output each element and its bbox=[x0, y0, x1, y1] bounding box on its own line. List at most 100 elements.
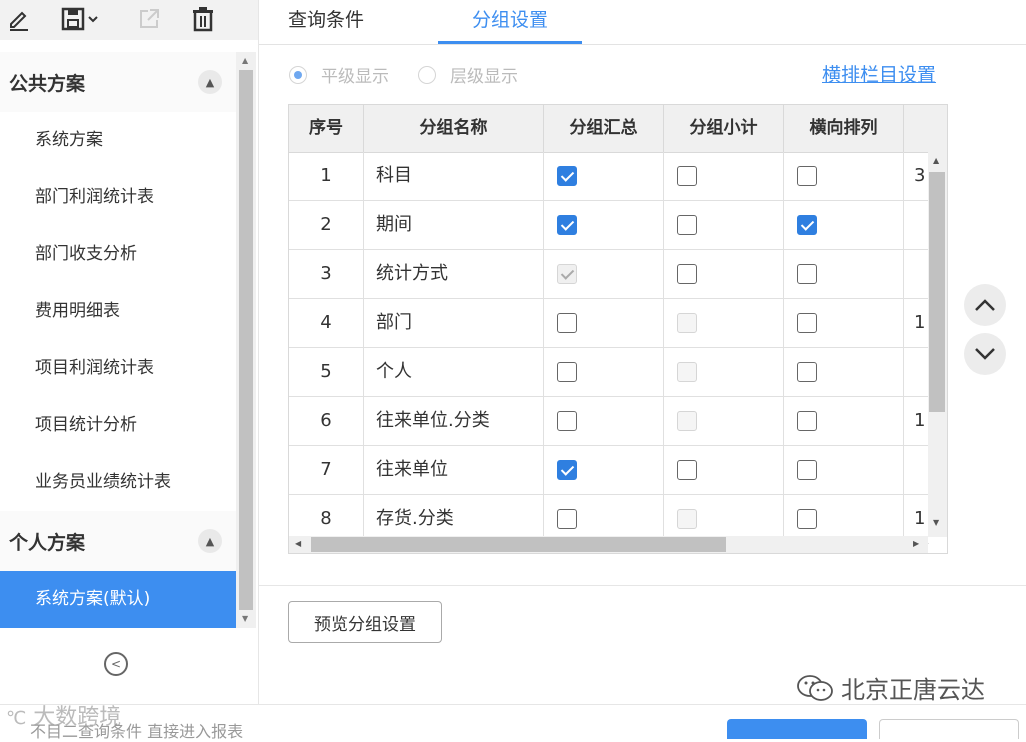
scheme-item[interactable]: 项目利润统计表 bbox=[0, 340, 236, 397]
group-sum-checkbox[interactable] bbox=[557, 215, 577, 235]
watermark-logo-icon: ℃ bbox=[6, 708, 27, 729]
scroll-left-arrow-icon[interactable]: ◀ bbox=[295, 539, 301, 548]
group-subtotal-cell bbox=[664, 299, 784, 347]
header-no: 序号 bbox=[289, 105, 364, 152]
scheme-item[interactable]: 项目统计分析 bbox=[0, 397, 236, 454]
horizontal-arrange-cell bbox=[784, 348, 904, 396]
scroll-down-arrow-icon[interactable]: ▼ bbox=[242, 614, 248, 623]
group-sum-checkbox[interactable] bbox=[557, 362, 577, 382]
grid-vertical-scrollbar[interactable]: ▲ ▼ bbox=[928, 152, 947, 537]
group-title: 公共方案 bbox=[9, 72, 86, 95]
group-sum-checkbox[interactable] bbox=[557, 166, 577, 186]
scrollbar-thumb[interactable] bbox=[311, 537, 726, 552]
column-settings-link[interactable]: 横排栏目设置 bbox=[822, 60, 936, 87]
radio-label: 平级显示 bbox=[321, 67, 389, 87]
group-sum-cell bbox=[544, 348, 664, 396]
scroll-right-arrow-icon[interactable]: ▶ bbox=[913, 539, 919, 548]
table-row[interactable]: 2 期间 bbox=[289, 201, 929, 250]
grid-header: 序号 分组名称 分组汇总 分组小计 横向排列 bbox=[289, 105, 947, 153]
table-row[interactable]: 5 个人 bbox=[289, 348, 929, 397]
radio-flat[interactable]: 平级显示 bbox=[289, 62, 389, 87]
delete-icon[interactable] bbox=[190, 6, 216, 32]
horizontal-arrange-checkbox[interactable] bbox=[797, 411, 817, 431]
table-row[interactable]: 3 统计方式 bbox=[289, 250, 929, 299]
cancel-button[interactable] bbox=[879, 719, 1019, 739]
horizontal-arrange-checkbox[interactable] bbox=[797, 460, 817, 480]
scroll-down-arrow-icon[interactable]: ▼ bbox=[933, 518, 939, 527]
scroll-up-arrow-icon[interactable]: ▲ bbox=[933, 156, 939, 165]
wechat-icon bbox=[797, 674, 833, 701]
group-name: 统计方式 bbox=[364, 250, 544, 298]
tab-query[interactable]: 查询条件 bbox=[288, 0, 364, 44]
table-row[interactable]: 6 往来单位.分类 1 bbox=[289, 397, 929, 446]
group-sum-cell bbox=[544, 446, 664, 494]
radio-dot[interactable] bbox=[418, 65, 436, 84]
row-number: 7 bbox=[289, 446, 364, 494]
chevron-up-icon[interactable]: ▲ bbox=[198, 70, 222, 94]
scheme-item[interactable]: 部门利润统计表 bbox=[0, 169, 236, 226]
chevron-down-icon bbox=[975, 348, 995, 360]
group-sum-cell bbox=[544, 397, 664, 445]
header-horizontal: 横向排列 bbox=[784, 105, 904, 152]
confirm-button[interactable] bbox=[727, 719, 867, 739]
chevron-up-icon[interactable]: ▲ bbox=[198, 529, 222, 553]
horizontal-arrange-cell bbox=[784, 152, 904, 200]
radio-dot[interactable] bbox=[289, 65, 307, 84]
horizontal-arrange-checkbox[interactable] bbox=[797, 264, 817, 284]
scheme-item[interactable]: 部门收支分析 bbox=[0, 226, 236, 283]
row-number: 6 bbox=[289, 397, 364, 445]
group-subtotal-checkbox[interactable] bbox=[677, 166, 697, 186]
horizontal-arrange-cell bbox=[784, 446, 904, 494]
group-personal[interactable]: 个人方案 ▲ bbox=[0, 511, 236, 571]
group-sum-checkbox[interactable] bbox=[557, 411, 577, 431]
edit-icon[interactable] bbox=[6, 6, 32, 32]
group-sum-checkbox[interactable] bbox=[557, 313, 577, 333]
group-name: 个人 bbox=[364, 348, 544, 396]
divider bbox=[259, 585, 1026, 586]
group-subtotal-cell bbox=[664, 201, 784, 249]
scrollbar-thumb[interactable] bbox=[929, 172, 945, 412]
collapse-panel-icon[interactable]: < bbox=[104, 652, 128, 676]
preview-group-settings-button[interactable]: 预览分组设置 bbox=[288, 601, 442, 643]
scheme-item[interactable]: 系统方案 bbox=[0, 112, 236, 169]
group-subtotal-checkbox[interactable] bbox=[677, 264, 697, 284]
move-up-button[interactable] bbox=[964, 284, 1006, 326]
tab-group-settings[interactable]: 分组设置 bbox=[438, 0, 582, 44]
group-sum-cell bbox=[544, 250, 664, 298]
group-sum-checkbox[interactable] bbox=[557, 509, 577, 529]
watermark-right: 北京正唐云达 bbox=[795, 670, 985, 705]
horizontal-arrange-checkbox[interactable] bbox=[797, 313, 817, 333]
scroll-up-arrow-icon[interactable]: ▲ bbox=[242, 56, 248, 65]
radio-level[interactable]: 层级显示 bbox=[418, 62, 518, 87]
group-subtotal-checkbox[interactable] bbox=[677, 460, 697, 480]
row-number: 4 bbox=[289, 299, 364, 347]
group-sum-checkbox[interactable] bbox=[557, 460, 577, 480]
group-subtotal-checkbox bbox=[677, 362, 697, 382]
scheme-item[interactable]: 业务员业绩统计表 bbox=[0, 454, 236, 511]
group-name: 部门 bbox=[364, 299, 544, 347]
group-name: 期间 bbox=[364, 201, 544, 249]
scrollbar-thumb[interactable] bbox=[239, 70, 253, 610]
horizontal-arrange-checkbox[interactable] bbox=[797, 509, 817, 529]
group-name: 科目 bbox=[364, 152, 544, 200]
horizontal-arrange-checkbox[interactable] bbox=[797, 166, 817, 186]
group-public[interactable]: 公共方案 ▲ bbox=[0, 52, 236, 112]
grid-horizontal-scrollbar[interactable]: ◀ ▶ bbox=[289, 536, 928, 553]
sidebar-scrollbar[interactable]: ▲ ▼ bbox=[236, 52, 256, 628]
horizontal-arrange-checkbox[interactable] bbox=[797, 362, 817, 382]
group-subtotal-checkbox bbox=[677, 411, 697, 431]
group-sum-cell bbox=[544, 299, 664, 347]
scheme-item-active[interactable]: 系统方案(默认) bbox=[0, 571, 236, 628]
move-down-button[interactable] bbox=[964, 333, 1006, 375]
group-sum-checkbox bbox=[557, 264, 577, 284]
scheme-item[interactable]: 费用明细表 bbox=[0, 283, 236, 340]
table-row[interactable]: 1 科目 3 bbox=[289, 152, 929, 201]
group-subtotal-cell bbox=[664, 397, 784, 445]
header-subtotal: 分组小计 bbox=[664, 105, 784, 152]
table-row[interactable]: 4 部门 1 bbox=[289, 299, 929, 348]
horizontal-arrange-checkbox[interactable] bbox=[797, 215, 817, 235]
save-icon[interactable] bbox=[59, 6, 105, 32]
group-subtotal-checkbox[interactable] bbox=[677, 215, 697, 235]
table-row[interactable]: 7 往来单位 bbox=[289, 446, 929, 495]
group-subtotal-cell bbox=[664, 348, 784, 396]
